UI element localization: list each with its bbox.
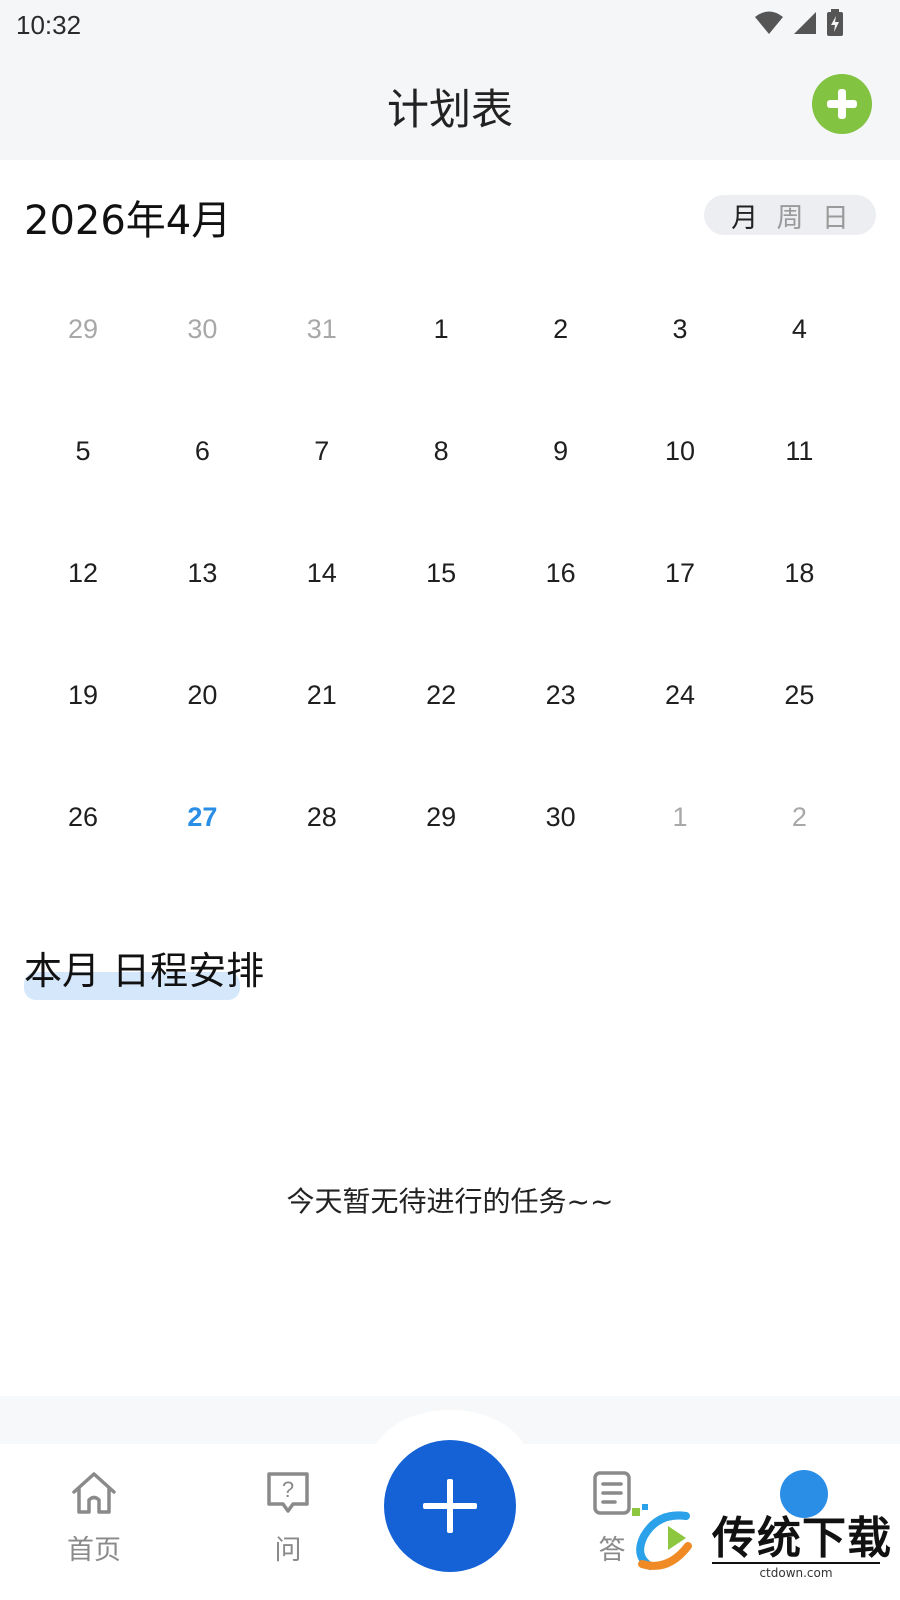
status-icons <box>754 8 844 38</box>
fab-add-button[interactable] <box>384 1440 516 1572</box>
calendar-day[interactable]: 4 <box>738 270 860 392</box>
calendar-day[interactable]: 11 <box>738 392 860 514</box>
watermark-text: 传统下载 <box>712 1513 892 1564</box>
battery-icon <box>827 9 843 36</box>
calendar-day[interactable]: 5 <box>22 392 144 514</box>
calendar-day[interactable]: 28 <box>261 758 383 880</box>
calendar-day[interactable]: 12 <box>22 514 144 636</box>
status-time: 10:32 <box>16 10 82 40</box>
signal-icon <box>794 12 816 34</box>
calendar-day[interactable]: 30 <box>141 270 263 392</box>
calendar-day[interactable]: 15 <box>380 514 502 636</box>
month-label: 2026年4月 <box>24 198 232 244</box>
schedule-header: 本月 日程安排 <box>24 940 265 1000</box>
calendar-day[interactable]: 31 <box>261 270 383 392</box>
calendar-day[interactable]: 10 <box>619 392 741 514</box>
calendar-day[interactable]: 23 <box>500 636 622 758</box>
status-bar: 10:32 <box>0 0 900 52</box>
view-toggle: 月 周 日 <box>704 195 876 235</box>
calendar-day[interactable]: 13 <box>141 514 263 636</box>
wifi-icon <box>755 11 783 34</box>
nav-item-home[interactable]: 首页 <box>34 1470 154 1567</box>
calendar-week-row: 29 30 31 1 2 3 4 <box>24 270 878 392</box>
calendar-week-row: 26 27 28 29 30 1 2 <box>24 758 878 880</box>
calendar-day[interactable]: 30 <box>500 758 622 880</box>
calendar-day[interactable]: 17 <box>619 514 741 636</box>
calendar-day[interactable]: 18 <box>738 514 860 636</box>
calendar-day[interactable]: 8 <box>380 392 502 514</box>
watermark-logo-icon <box>632 1504 692 1570</box>
page-title: 计划表 <box>386 85 513 134</box>
calendar-week-row: 12 13 14 15 16 17 18 <box>24 514 878 636</box>
calendar-day[interactable]: 29 <box>380 758 502 880</box>
schedule-title: 本月 日程安排 <box>24 949 265 993</box>
planner-screen: 10:32 计划表 2026年4月 月 周 日 29 30 31 1 2 3 4 5 6 7 8 9 1… <box>0 0 900 1600</box>
calendar-day[interactable]: 3 <box>619 270 741 392</box>
watermark-url: ctdown.com <box>712 1562 880 1580</box>
calendar-week-row: 19 20 21 22 23 24 25 <box>24 636 878 758</box>
calendar-day[interactable]: 6 <box>141 392 263 514</box>
question-bubble-icon: ? <box>267 1472 309 1513</box>
calendar-day-today[interactable]: 27 <box>141 758 263 880</box>
calendar-day[interactable]: 29 <box>22 270 144 392</box>
svg-text:?: ? <box>282 1477 294 1502</box>
view-week-tab[interactable]: 周 <box>776 196 803 235</box>
calendar-day[interactable]: 19 <box>22 636 144 758</box>
view-month-tab[interactable]: 月 <box>731 196 758 235</box>
home-icon <box>72 1472 116 1514</box>
calendar-day[interactable]: 14 <box>261 514 383 636</box>
empty-state-text: 今天暂无待进行的任务~~ <box>286 1185 614 1218</box>
calendar-day[interactable]: 1 <box>619 758 741 880</box>
calendar-day[interactable]: 9 <box>500 392 622 514</box>
view-day-tab[interactable]: 日 <box>822 196 849 235</box>
calendar-day[interactable]: 16 <box>500 514 622 636</box>
calendar-grid: 29 30 31 1 2 3 4 5 6 7 8 9 10 11 12 13 14 15 16 17 18 19 20 21 2… <box>24 270 878 880</box>
nav-label-ask: 问 <box>274 1535 302 1566</box>
calendar-day[interactable]: 7 <box>261 392 383 514</box>
calendar-day[interactable]: 25 <box>738 636 860 758</box>
calendar-day[interactable]: 21 <box>261 636 383 758</box>
calendar-day[interactable]: 22 <box>380 636 502 758</box>
site-watermark: 传统下载 ctdown.com <box>628 1502 892 1592</box>
calendar-day[interactable]: 2 <box>738 758 860 880</box>
calendar-day[interactable]: 24 <box>619 636 741 758</box>
calendar-day[interactable]: 2 <box>500 270 622 392</box>
calendar-day[interactable]: 20 <box>141 636 263 758</box>
calendar-day[interactable]: 1 <box>380 270 502 392</box>
nav-label-home: 首页 <box>67 1535 121 1566</box>
calendar-day[interactable]: 26 <box>22 758 144 880</box>
app-header: 计划表 <box>0 52 900 160</box>
add-plan-button[interactable] <box>812 74 872 134</box>
nav-item-ask[interactable]: ? 问 <box>228 1470 348 1567</box>
calendar-week-row: 5 6 7 8 9 10 11 <box>24 392 878 514</box>
